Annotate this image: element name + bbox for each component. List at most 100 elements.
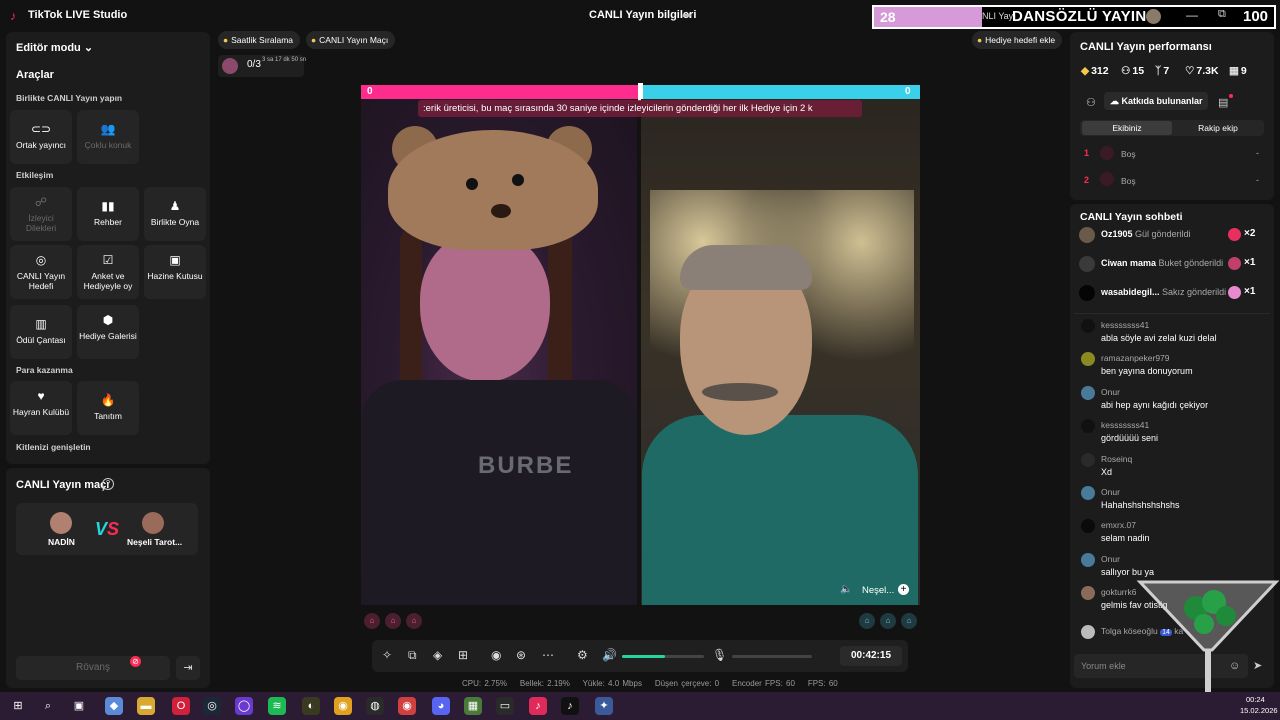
live-match-chip[interactable]: ● CANLI Yayın Maçı [306, 31, 396, 49]
spotify-icon[interactable]: ≋ [268, 697, 286, 715]
followers-stat: ᛉ7 [1155, 65, 1170, 77]
network-app-icon[interactable]: ✦ [595, 697, 613, 715]
user-settings-icon[interactable]: ⚇ [1086, 96, 1096, 109]
gift-sender-name[interactable]: Oz1905 [1101, 229, 1133, 239]
follow-plus-icon[interactable]: + [898, 584, 909, 595]
chat-username[interactable]: kesssssss41 [1101, 320, 1149, 330]
tile-promote[interactable]: 🔥 Tanıtım [77, 381, 139, 435]
contributors-button[interactable]: ☁ Katkıda bulunanlar [1104, 92, 1208, 110]
speaker-icon[interactable]: 🔈 [840, 584, 852, 595]
task-view-icon[interactable]: ▣ [70, 697, 88, 715]
tile-poll[interactable]: ☑ Anket ve Hediyeyle oy [77, 245, 139, 299]
chat-message-text: ben yayına donuyorum [1101, 366, 1193, 377]
gift-sender-avatar[interactable] [1079, 227, 1095, 243]
media-icon[interactable]: ⊞ [458, 648, 468, 662]
chat-avatar[interactable] [1081, 385, 1095, 400]
windows-start-icon[interactable]: ⊞ [9, 697, 27, 715]
tile-live-goal[interactable]: ◎ CANLI Yayın Hedefi [10, 245, 72, 299]
shirt-print: BURBE [478, 452, 574, 479]
score-bar-left [361, 85, 641, 99]
microphone-slider[interactable] [732, 655, 812, 658]
terminal-icon[interactable]: ▭ [496, 697, 514, 715]
record-icon[interactable]: ◉ [491, 648, 501, 662]
gift-action: Sakız gönderildi [1162, 287, 1227, 297]
tile-gift-gallery[interactable]: ⬢ Hediye Galerisi [77, 305, 139, 359]
layout-icon[interactable]: ⧉ [408, 648, 417, 663]
rank-number: 2 [1084, 175, 1090, 185]
help-icon[interactable]: ? [102, 478, 114, 490]
chat-username[interactable]: Onur [1101, 387, 1120, 397]
tile-multi-guest[interactable]: 👥 Çoklu konuk [77, 110, 139, 164]
app-circle-icon[interactable]: ◍ [366, 697, 384, 715]
rank-name: Boş [1121, 149, 1136, 159]
chat-username[interactable]: gokturrk6 [1101, 587, 1136, 597]
add-gift-goal-chip[interactable]: ● Hediye hedefi ekle [972, 31, 1063, 49]
tiktok-icon[interactable]: ♪ [561, 697, 579, 715]
seat-icon[interactable]: ⌂ [880, 613, 896, 629]
coin-icon: ◆ [1081, 65, 1090, 77]
chat-username[interactable]: Roseinq [1101, 454, 1132, 464]
effects-icon[interactable]: ✧ [382, 648, 392, 662]
chat-username[interactable]: kesssssss41 [1101, 420, 1149, 430]
opera-icon[interactable]: O [172, 697, 190, 715]
rematch-button[interactable]: Rövanş [16, 656, 170, 680]
seat-icon[interactable]: ⌂ [859, 613, 875, 629]
hourly-ranking-chip[interactable]: ● Saatlik Sıralama [218, 31, 301, 49]
chrome-icon[interactable]: ◉ [334, 697, 352, 715]
match-icon: ● [311, 35, 317, 45]
app-purple-icon[interactable]: ◯ [235, 697, 253, 715]
tile-play-together[interactable]: ♟ Birlikte Oyna [144, 187, 206, 241]
camera-icon[interactable]: ⊛ [516, 648, 526, 662]
share-icon[interactable]: ➦ [682, 8, 692, 22]
tile-reward-bag[interactable]: ▥ Ödül Çantası [10, 305, 72, 359]
tab-rival-team[interactable]: Rakip ekip [1174, 121, 1262, 135]
tile-viewer-wishes[interactable]: ☍ İzleyici Dilekleri [10, 187, 72, 241]
opponent-name[interactable]: Neşel... [862, 585, 894, 596]
rank-number: 1 [1084, 148, 1090, 158]
player2-avatar [142, 512, 164, 534]
seat-icon[interactable]: ⌂ [406, 613, 422, 629]
rank-name: Boş [1121, 176, 1136, 186]
chat-username[interactable]: Onur [1101, 554, 1120, 564]
steam-icon[interactable]: ◎ [203, 697, 221, 715]
tiktok-live-icon[interactable]: ♪ [529, 697, 547, 715]
live-info-button[interactable]: CANLI Yayın bilgileri [589, 9, 696, 21]
discord-icon[interactable]: ◕ [432, 697, 450, 715]
bear-eye-left [466, 178, 478, 190]
seat-icon[interactable]: ⌂ [901, 613, 917, 629]
beauty-icon[interactable]: ◈ [433, 648, 442, 662]
chat-username[interactable]: emxrx.07 [1101, 520, 1136, 530]
chat-avatar[interactable] [1081, 452, 1095, 467]
tile-treasure-box[interactable]: ▣ Hazine Kutusu [144, 245, 206, 299]
chat-username[interactable]: Onur [1101, 487, 1120, 497]
microphone-icon[interactable]: 🎙 [712, 648, 727, 662]
tile-co-host[interactable]: ⊂⊃ Ortak yayıncı [10, 110, 72, 164]
tab-your-team[interactable]: Ekibiniz [1082, 121, 1172, 135]
app-dark-icon[interactable]: ◐ [302, 697, 320, 715]
search-icon[interactable]: ⌕ [39, 697, 57, 715]
chat-avatar[interactable] [1081, 552, 1095, 567]
volume-icon[interactable]: 🔊 [602, 648, 617, 662]
editor-mode-dropdown[interactable]: Editör modu ⌄ [16, 41, 93, 54]
gift-sender-avatar[interactable] [1079, 285, 1095, 301]
gift-sender-name[interactable]: wasabidegil... [1101, 287, 1160, 297]
file-explorer-icon[interactable]: ▬ [137, 697, 155, 715]
maximize-icon[interactable]: ⧉ [1218, 8, 1226, 21]
seat-icon[interactable]: ⌂ [364, 613, 380, 629]
seat-icon[interactable]: ⌂ [385, 613, 401, 629]
chrome-alt-icon[interactable]: ◉ [398, 697, 416, 715]
exit-match-button[interactable]: ⇥ [176, 656, 200, 680]
tile-fan-club[interactable]: ♥ Hayran Kulübü [10, 381, 72, 435]
report-icon[interactable]: ▤ [1218, 96, 1228, 109]
chat-avatar[interactable] [1081, 319, 1095, 333]
copilot-icon[interactable]: ◆ [105, 697, 123, 715]
more-icon[interactable]: ⋯ [542, 648, 554, 662]
gift-sender-avatar[interactable] [1079, 256, 1095, 272]
photo-app-icon[interactable]: ▦ [464, 697, 482, 715]
tile-guide[interactable]: ▮▮ Rehber [77, 187, 139, 241]
gift-sender-name[interactable]: Ciwan mama [1101, 258, 1156, 268]
chat-username[interactable]: ramazanpeker979 [1101, 353, 1170, 363]
minimize-icon[interactable]: — [1186, 8, 1198, 22]
settings-sliders-icon[interactable]: ⚙ [577, 648, 588, 662]
chat-avatar[interactable] [1081, 486, 1095, 500]
